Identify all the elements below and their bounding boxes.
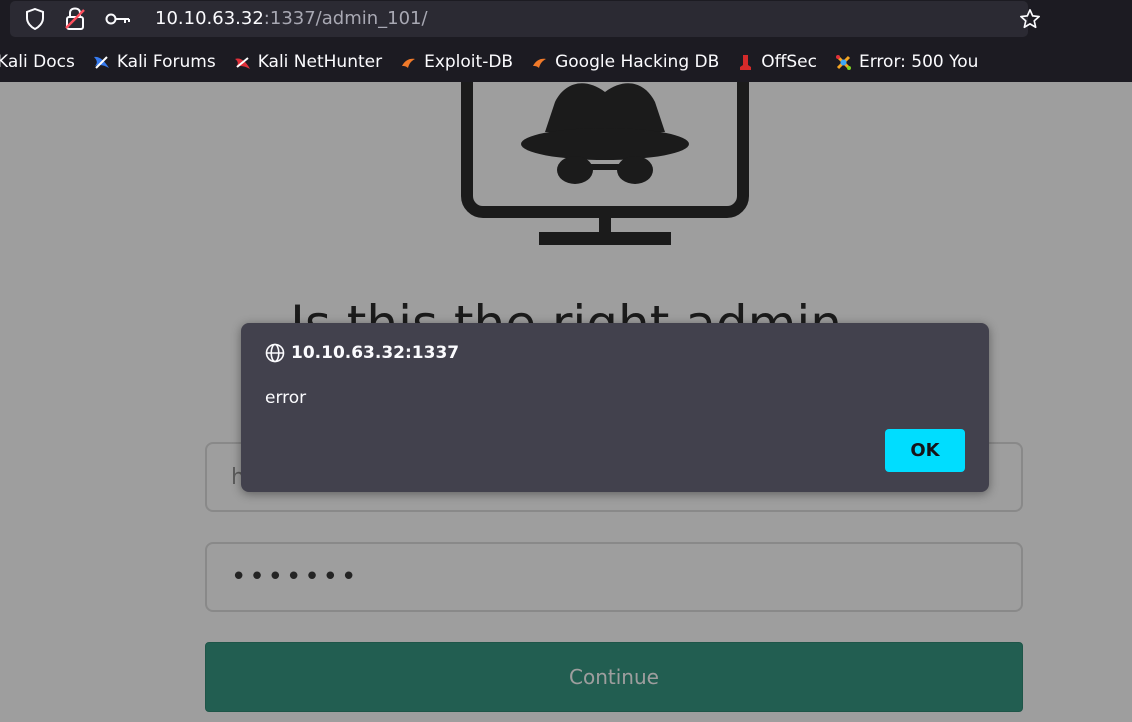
browser-chrome: 10.10.63.32:1337/admin_101/ Kali Docs Ka… [0, 0, 1132, 82]
bookmark-error-500[interactable]: Error: 500 You [835, 52, 978, 72]
bookmark-label: Exploit-DB [424, 52, 514, 72]
nethunter-icon [234, 56, 250, 69]
insecure-lock-icon[interactable] [64, 7, 86, 31]
bookmarks-toolbar: Kali Docs Kali Forums Kali NetHunter Exp… [0, 44, 1132, 80]
error-page-icon [836, 54, 851, 70]
key-icon[interactable] [104, 10, 132, 28]
dialog-message: error [265, 388, 307, 408]
bookmark-label: Kali Docs [0, 52, 75, 72]
exploit-db-icon [402, 58, 416, 68]
bookmark-label: Google Hacking DB [555, 52, 720, 72]
bookmark-google-hacking-db[interactable]: Google Hacking DB [531, 52, 719, 72]
dialog-origin-text: 10.10.63.32:1337 [291, 343, 460, 363]
offsec-icon [740, 54, 752, 70]
kali-forums-icon [93, 55, 109, 69]
url-host: 10.10.63.32 [155, 8, 264, 29]
alert-dialog: 10.10.63.32:1337 error OK [241, 323, 989, 492]
bookmark-label: Kali Forums [116, 52, 216, 72]
ok-button[interactable]: OK [885, 429, 965, 472]
bookmark-kali-nethunter[interactable]: Kali NetHunter [234, 52, 382, 72]
bookmark-label: Kali NetHunter [257, 52, 383, 72]
bookmark-offsec[interactable]: OffSec [737, 52, 817, 72]
bookmark-kali-docs[interactable]: Kali Docs [0, 52, 75, 72]
shield-icon[interactable] [24, 8, 46, 30]
url-path: :1337/admin_101/ [263, 8, 428, 29]
globe-icon [265, 343, 285, 363]
bookmark-exploit-db[interactable]: Exploit-DB [400, 52, 513, 72]
url-text[interactable]: 10.10.63.32:1337/admin_101/ [155, 8, 428, 29]
bookmark-label: Error: 500 You [859, 52, 979, 72]
bookmark-label: OffSec [761, 52, 817, 72]
ghdb-icon [533, 58, 547, 68]
bookmark-star-icon[interactable] [1018, 7, 1042, 31]
url-bar[interactable]: 10.10.63.32:1337/admin_101/ [10, 1, 1040, 37]
dialog-origin: 10.10.63.32:1337 [265, 343, 459, 363]
bookmark-kali-forums[interactable]: Kali Forums [93, 52, 216, 72]
